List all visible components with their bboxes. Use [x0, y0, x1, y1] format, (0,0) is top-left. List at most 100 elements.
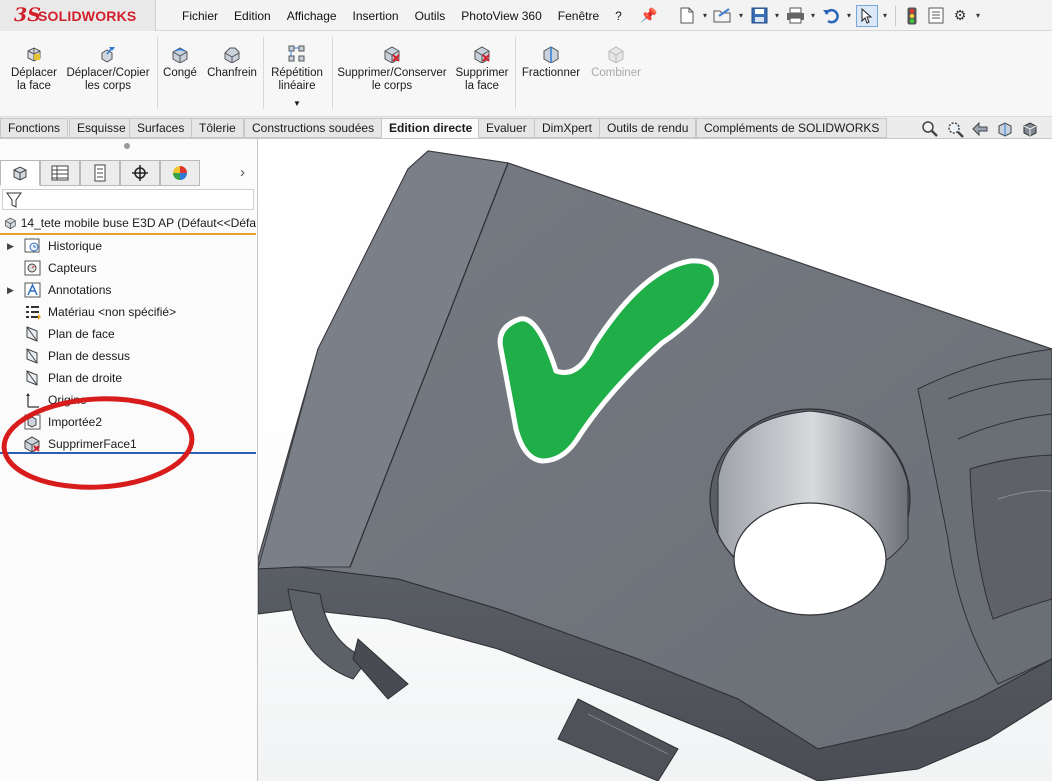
open-icon[interactable] [712, 5, 734, 27]
tree-item-annotations[interactable]: ▶ Annotations [0, 279, 256, 301]
linear-pattern-button[interactable]: Répétition linéaire ▼ [266, 45, 328, 110]
dimxpertmanager-tab[interactable] [120, 160, 160, 186]
save-dropdown-icon[interactable]: ▾ [772, 11, 782, 20]
part-name: 14_tete mobile buse E3D AP (Défaut<<Défa [20, 216, 256, 230]
model-view [258, 150, 1052, 781]
undo-dropdown-icon[interactable]: ▾ [844, 11, 854, 20]
tab-edition-directe[interactable]: Edition directe [381, 118, 481, 138]
property-manager-icon [51, 165, 69, 181]
tab-evaluer[interactable]: Evaluer [478, 118, 535, 138]
menu-affichage[interactable]: Affichage [279, 9, 345, 23]
tree-item-materiau[interactable]: Matériau <non spécifié> [0, 301, 256, 323]
linear-pattern-dropdown-icon[interactable]: ▼ [266, 97, 328, 110]
delete-face-button[interactable]: Supprimer la face [452, 45, 512, 93]
ribbon-separator [263, 37, 264, 109]
tree-item-plan-de-face[interactable]: Plan de face [0, 323, 256, 345]
select-dropdown-icon[interactable]: ▾ [880, 11, 890, 20]
tree-item-importee2[interactable]: Importée2 [0, 411, 256, 433]
graphics-area[interactable] [258, 139, 1052, 781]
tree-item-plan-de-dessus[interactable]: Plan de dessus [0, 345, 256, 367]
split-button[interactable]: Fractionner [518, 45, 584, 80]
expand-arrow-icon[interactable]: ▶ [7, 241, 14, 252]
menu-photoview[interactable]: PhotoView 360 [453, 9, 550, 23]
delete-keep-body-icon [384, 46, 400, 63]
rollback-bar[interactable] [0, 452, 256, 454]
open-dropdown-icon[interactable]: ▾ [736, 11, 746, 20]
menu-fenetre[interactable]: Fenêtre [550, 9, 607, 23]
tree-item-capteurs[interactable]: Capteurs [0, 257, 256, 279]
move-copy-bodies-button[interactable]: Déplacer/Copier les corps [64, 45, 152, 93]
brand-name: SOLIDWORKS [38, 8, 137, 24]
new-dropdown-icon[interactable]: ▾ [700, 11, 710, 20]
title-bar: 3S SOLIDWORKS Fichier Edition Affichage … [0, 0, 1052, 31]
new-document-icon[interactable] [676, 5, 698, 27]
chamfer-button[interactable]: Chanfrein [204, 45, 260, 80]
tree-item-label: Plan de face [48, 327, 115, 341]
tree-item-origine[interactable]: Origine [0, 389, 256, 411]
tree-item-label: Historique [48, 239, 103, 253]
options-icon[interactable]: ⚙ [949, 5, 971, 27]
configurationmanager-tab[interactable] [80, 160, 120, 186]
feature-tree-icon [13, 166, 27, 181]
menu-edition[interactable]: Edition [226, 9, 279, 23]
view-orientation-icon[interactable] [1020, 120, 1040, 138]
tree-item-label: Capteurs [48, 261, 97, 275]
panel-splitter-handle[interactable] [124, 143, 130, 149]
previous-view-icon[interactable] [970, 120, 990, 138]
imported-body-icon [24, 414, 41, 430]
chevron-right-icon[interactable]: › [240, 164, 245, 181]
history-icon [24, 238, 40, 253]
tab-constructions-soudees[interactable]: Constructions soudées [244, 118, 383, 138]
tree-item-plan-de-droite[interactable]: Plan de droite [0, 367, 256, 389]
combine-button[interactable]: Combiner [588, 45, 644, 80]
tree-item-label: Plan de dessus [48, 349, 131, 363]
displaymanager-tab[interactable] [160, 160, 200, 186]
tab-tolerie[interactable]: Tôlerie [191, 118, 244, 138]
menu-help[interactable]: ? [607, 9, 630, 23]
move-copy-bodies-icon [101, 47, 115, 63]
menu-outils[interactable]: Outils [407, 9, 454, 23]
options-dropdown-icon[interactable]: ▾ [973, 11, 983, 20]
featuremanager-tab[interactable] [0, 160, 40, 186]
tab-surfaces[interactable]: Surfaces [129, 118, 193, 138]
save-icon[interactable] [748, 5, 770, 27]
menu-insertion[interactable]: Insertion [345, 9, 407, 23]
menu-fichier[interactable]: Fichier [174, 9, 226, 23]
menu-bar: Fichier Edition Affichage Insertion Outi… [174, 0, 630, 31]
print-icon[interactable] [784, 5, 806, 27]
solidworks-logo[interactable]: 3S SOLIDWORKS [0, 0, 156, 31]
filter-icon [6, 192, 22, 208]
rebuild-icon[interactable] [901, 5, 923, 27]
plane-icon [26, 326, 38, 342]
select-icon[interactable] [856, 4, 878, 27]
fillet-icon [172, 47, 188, 63]
move-face-button[interactable]: Déplacer la face [8, 45, 60, 93]
tab-complements[interactable]: Compléments de SOLIDWORKS [696, 118, 888, 138]
fillet-button[interactable]: Congé [160, 45, 200, 80]
zoom-to-area-icon[interactable] [945, 120, 965, 138]
tab-esquisse[interactable]: Esquisse [69, 118, 134, 138]
tree-item-label: Annotations [48, 283, 112, 297]
file-properties-icon[interactable] [925, 5, 947, 27]
section-view-icon[interactable] [995, 120, 1015, 138]
delete-face-icon [474, 46, 490, 63]
tree-item-historique[interactable]: ▶ Historique [0, 235, 256, 257]
part-node[interactable]: 14_tete mobile buse E3D AP (Défaut<<Défa [0, 213, 256, 233]
expand-arrow-icon[interactable]: ▶ [7, 285, 14, 296]
undo-icon[interactable] [820, 5, 842, 27]
propertymanager-tab[interactable] [40, 160, 80, 186]
tab-fonctions[interactable]: Fonctions [0, 118, 69, 138]
zoom-to-fit-icon[interactable] [920, 120, 940, 138]
pin-icon[interactable]: 📌 [640, 7, 657, 24]
tree-item-label: Importée2 [48, 415, 103, 429]
move-face-icon [27, 47, 41, 62]
ribbon-separator [515, 37, 516, 109]
tab-dimxpert[interactable]: DimXpert [534, 118, 601, 138]
split-icon [543, 46, 559, 63]
quick-access-toolbar: ▾ ▾ ▾ ▾ ▾ ▾ ⚙ ▾ [676, 3, 983, 28]
tree-filter-field[interactable] [2, 189, 254, 210]
print-dropdown-icon[interactable]: ▾ [808, 11, 818, 20]
ribbon-separator [332, 37, 333, 109]
delete-keep-body-button[interactable]: Supprimer/Conserver le corps [336, 45, 448, 93]
tab-outils-de-rendu[interactable]: Outils de rendu [599, 118, 697, 138]
